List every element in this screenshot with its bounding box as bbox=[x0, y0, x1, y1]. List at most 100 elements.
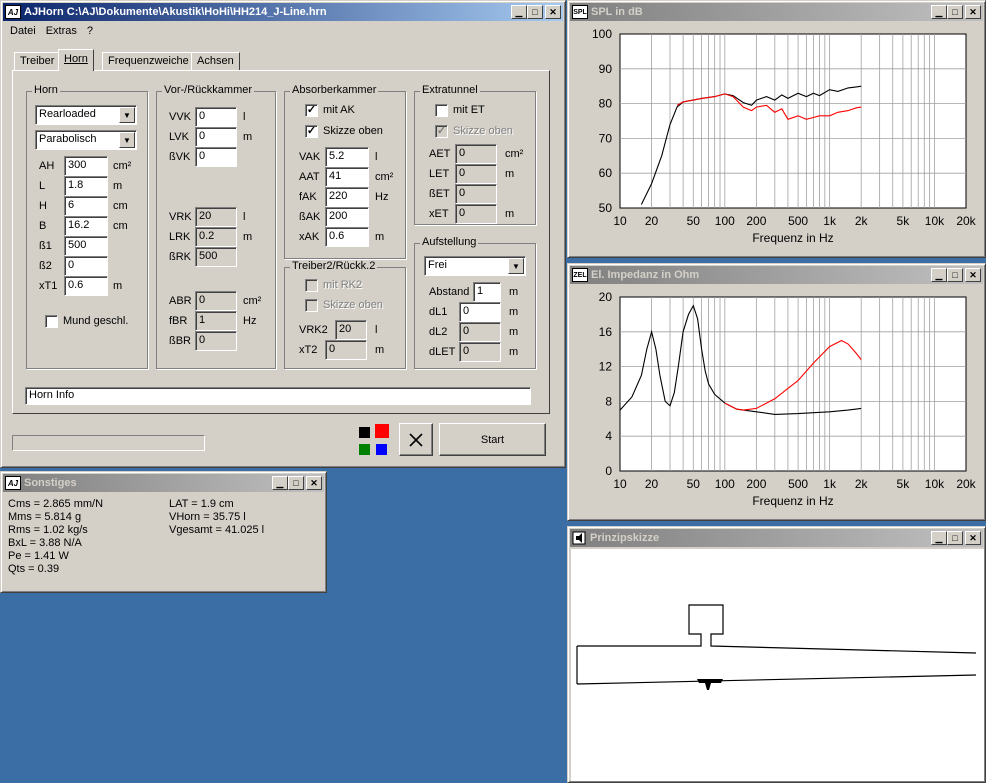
param-label: H bbox=[39, 200, 47, 212]
mit-et-checkbox[interactable] bbox=[435, 104, 448, 117]
lrk-field[interactable]: 0.2 bbox=[195, 227, 237, 247]
minimize-button[interactable]: ▁ bbox=[931, 5, 947, 19]
bbr-field[interactable]: 0 bbox=[195, 331, 237, 351]
menu-extras[interactable]: Extras bbox=[41, 23, 82, 41]
menu-datei[interactable]: Datei bbox=[5, 23, 41, 41]
tab-horn[interactable]: Horn bbox=[58, 49, 94, 71]
ah-field[interactable]: 300 bbox=[64, 156, 108, 176]
mit-ak-checkbox[interactable]: ✓ bbox=[305, 104, 318, 117]
close-button[interactable]: ✕ bbox=[545, 5, 561, 19]
maximize-button[interactable]: □ bbox=[527, 5, 543, 19]
chevron-down-icon[interactable]: ▼ bbox=[119, 107, 135, 123]
x-tick-label: 20k bbox=[956, 477, 976, 491]
cancel-button[interactable] bbox=[399, 423, 433, 456]
close-button[interactable]: ✕ bbox=[306, 476, 322, 490]
color-swatch-blue[interactable] bbox=[376, 444, 387, 455]
xt2-field[interactable]: 0 bbox=[325, 340, 367, 360]
close-button[interactable]: ✕ bbox=[965, 531, 981, 545]
close-button[interactable]: ✕ bbox=[965, 268, 981, 282]
sketch-titlebar[interactable]: Prinzipskizze bbox=[570, 529, 983, 547]
aat-field[interactable]: 41 bbox=[325, 167, 369, 187]
info-line: VHorn = 35.75 l bbox=[169, 511, 246, 523]
param-unit: m bbox=[505, 208, 515, 220]
color-swatch-red[interactable] bbox=[375, 424, 389, 438]
vor-rueck-label: Vor-/Rückkammer bbox=[162, 84, 255, 96]
chevron-down-icon[interactable]: ▼ bbox=[508, 258, 524, 274]
skizze-ak-checkbox[interactable]: ✓ bbox=[305, 125, 318, 138]
vak-field[interactable]: 5.2 bbox=[325, 147, 369, 167]
y-tick-label: 20 bbox=[599, 290, 613, 304]
xak-field[interactable]: 0.6 bbox=[325, 227, 369, 247]
main-window: AJ AJHorn C:\AJ\Dokumente\Akustik\HoHi\H… bbox=[0, 0, 566, 468]
color-swatch-green[interactable] bbox=[359, 444, 370, 455]
close-button[interactable]: ✕ bbox=[965, 5, 981, 19]
main-titlebar[interactable]: AJ AJHorn C:\AJ\Dokumente\Akustik\HoHi\H… bbox=[3, 3, 563, 21]
minimize-button[interactable]: ▁ bbox=[931, 531, 947, 545]
bet-field[interactable]: 0 bbox=[455, 184, 497, 204]
lvk-field[interactable]: 0 bbox=[195, 127, 237, 147]
param-label: AET bbox=[429, 148, 451, 160]
param-label: VAK bbox=[299, 151, 321, 163]
beta2-field[interactable]: 0 bbox=[64, 256, 108, 276]
chevron-down-icon[interactable]: ▼ bbox=[119, 132, 135, 148]
param-label: xET bbox=[429, 208, 449, 220]
fak-field[interactable]: 220 bbox=[325, 187, 369, 207]
bak-field[interactable]: 200 bbox=[325, 207, 369, 227]
horn-profile-select[interactable]: Parabolisch ▼ bbox=[35, 130, 137, 150]
tab-treiber[interactable]: Treiber bbox=[14, 52, 61, 71]
horn-group: Horn Rearloaded ▼ Parabolisch ▼ AH 300 cm²… bbox=[26, 84, 148, 369]
impedance-titlebar[interactable]: ZEL El. Impedanz in Ohm bbox=[570, 266, 983, 284]
vvk-field[interactable]: 0 bbox=[195, 107, 237, 127]
vrk2-field[interactable]: 20 bbox=[335, 320, 367, 340]
minimize-button[interactable]: ▁ bbox=[931, 268, 947, 282]
tab-achsen[interactable]: Achsen bbox=[191, 52, 240, 71]
dlet-field[interactable]: 0 bbox=[459, 342, 501, 362]
aet-field[interactable]: 0 bbox=[455, 144, 497, 164]
param-label: ßBR bbox=[169, 335, 191, 347]
brk-field[interactable]: 500 bbox=[195, 247, 237, 267]
spl-titlebar[interactable]: SPL SPL in dB bbox=[570, 3, 983, 21]
x-tick-label: 20 bbox=[645, 477, 659, 491]
xt1-field[interactable]: 0.6 bbox=[64, 276, 108, 296]
mouth-closed-checkbox[interactable] bbox=[45, 315, 58, 328]
param-unit: m bbox=[509, 326, 519, 338]
param-label: ßET bbox=[429, 188, 450, 200]
maximize-button[interactable]: □ bbox=[947, 5, 963, 19]
impedance-icon: ZEL bbox=[572, 268, 588, 282]
aufstellung-select[interactable]: Frei ▼ bbox=[424, 256, 526, 276]
skizze-rk2-checkbox[interactable] bbox=[305, 299, 318, 312]
maximize-button[interactable]: □ bbox=[288, 476, 304, 490]
start-button[interactable]: Start bbox=[439, 423, 546, 456]
abr-field[interactable]: 0 bbox=[195, 291, 237, 311]
beta1-field[interactable]: 500 bbox=[64, 236, 108, 256]
color-swatch-black[interactable] bbox=[359, 427, 370, 438]
mit-et-label: mit ET bbox=[453, 104, 485, 116]
skizze-rk2-label: Skizze oben bbox=[323, 299, 383, 311]
menu-help[interactable]: ? bbox=[82, 23, 98, 41]
minimize-button[interactable]: ▁ bbox=[511, 5, 527, 19]
dl1-field[interactable]: 0 bbox=[459, 302, 501, 322]
h-field[interactable]: 6 bbox=[64, 196, 108, 216]
skizze-et-checkbox[interactable]: ✓ bbox=[435, 125, 448, 138]
b-field[interactable]: 16.2 bbox=[64, 216, 108, 236]
abstand-field[interactable]: 1 bbox=[473, 282, 501, 302]
tab-frequenzweiche[interactable]: Frequenzweiche bbox=[102, 52, 195, 71]
app-icon: AJ bbox=[5, 476, 21, 490]
aufstellung-label: Aufstellung bbox=[420, 236, 479, 248]
x-tick-label: 5k bbox=[897, 214, 911, 228]
horn-info-field[interactable]: Horn Info bbox=[25, 387, 531, 405]
bvk-field[interactable]: 0 bbox=[195, 147, 237, 167]
minimize-button[interactable]: ▁ bbox=[272, 476, 288, 490]
mit-rk2-checkbox[interactable] bbox=[305, 279, 318, 292]
dl2-field[interactable]: 0 bbox=[459, 322, 501, 342]
horn-type-select[interactable]: Rearloaded ▼ bbox=[35, 105, 137, 125]
tab-panel-horn: Horn Rearloaded ▼ Parabolisch ▼ AH 300 cm²… bbox=[12, 70, 550, 414]
maximize-button[interactable]: □ bbox=[947, 268, 963, 282]
xet-field[interactable]: 0 bbox=[455, 204, 497, 224]
maximize-button[interactable]: □ bbox=[947, 531, 963, 545]
fbr-field[interactable]: 1 bbox=[195, 311, 237, 331]
l-field[interactable]: 1.8 bbox=[64, 176, 108, 196]
let-field[interactable]: 0 bbox=[455, 164, 497, 184]
info-line: Pe = 1.41 W bbox=[8, 550, 69, 562]
vrk-field[interactable]: 20 bbox=[195, 207, 237, 227]
